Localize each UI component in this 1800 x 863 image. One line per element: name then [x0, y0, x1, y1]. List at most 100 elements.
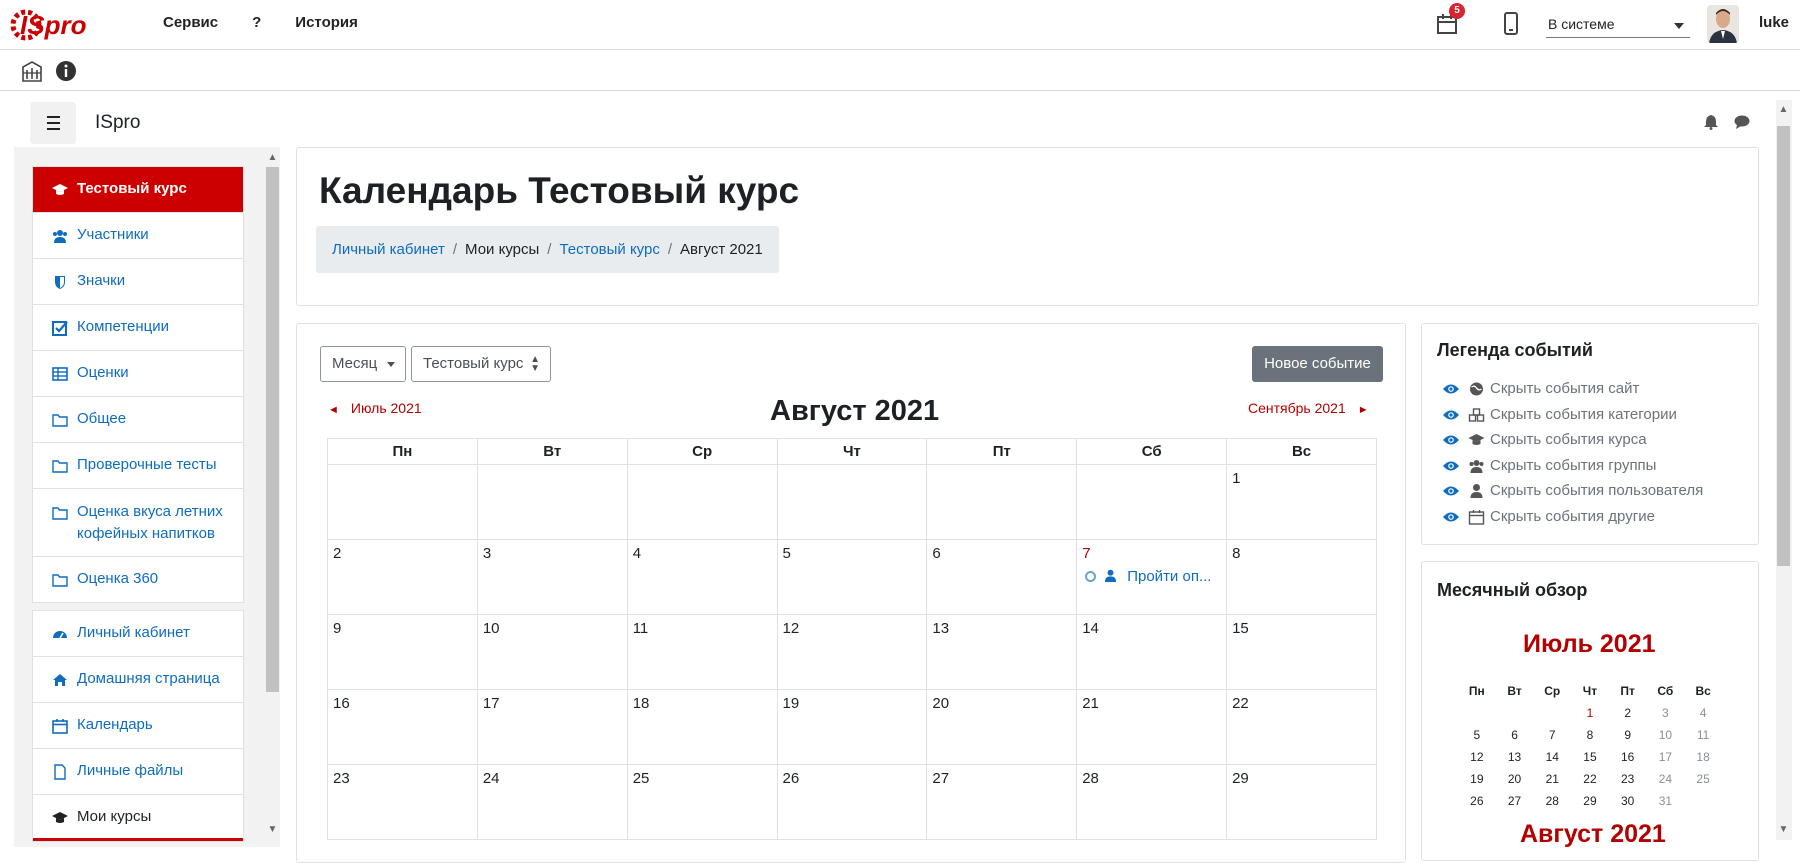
scroll-up-arrow[interactable]: ▲ — [1777, 104, 1790, 116]
mini-day-cell[interactable]: 23 — [1609, 768, 1647, 790]
mini-day-cell[interactable]: 14 — [1533, 746, 1571, 768]
sidebar-item-competencies[interactable]: Компетенции — [33, 305, 243, 351]
calendar-day-cell[interactable] — [476, 464, 628, 540]
prev-month-link[interactable]: ◄ Июль 2021 — [328, 400, 422, 416]
calendar-day-cell[interactable]: 24 — [476, 764, 628, 840]
menu-help[interactable]: ? — [252, 14, 261, 31]
mini-month-title[interactable]: Июль 2021 — [1523, 630, 1656, 659]
building-icon[interactable] — [20, 59, 44, 83]
calendar-day-cell[interactable]: 5 — [776, 539, 928, 615]
sidebar-item-calendar[interactable]: Календарь — [33, 703, 243, 749]
mini-day-cell[interactable]: 22 — [1571, 768, 1609, 790]
sidebar-scrollbar-thumb[interactable] — [266, 167, 279, 692]
menu-toggle-button[interactable] — [30, 102, 76, 144]
mini-month-title-next[interactable]: Август 2021 — [1520, 820, 1666, 849]
mini-day-cell[interactable]: 7 — [1533, 724, 1571, 746]
breadcrumb-course[interactable]: Тестовый курс — [559, 241, 659, 258]
mini-day-cell[interactable]: 28 — [1533, 790, 1571, 812]
mini-day-cell[interactable]: 11 — [1684, 724, 1722, 746]
mini-day-cell[interactable]: 20 — [1496, 768, 1534, 790]
calendar-day-cell[interactable] — [1076, 464, 1228, 540]
calendar-day-cell[interactable]: 19 — [776, 689, 928, 765]
calendar-day-cell[interactable]: 1 — [1226, 464, 1377, 540]
calendar-day-cell[interactable]: 14 — [1076, 614, 1228, 690]
mini-day-cell[interactable]: 27 — [1496, 790, 1534, 812]
calendar-day-cell[interactable]: 20 — [926, 689, 1078, 765]
sidebar-item-360[interactable]: Оценка 360 — [33, 557, 243, 603]
new-event-button[interactable]: Новое событие — [1252, 346, 1383, 382]
sidebar-item-participants[interactable]: Участники — [33, 213, 243, 259]
mini-day-cell[interactable]: 21 — [1533, 768, 1571, 790]
calendar-day-cell[interactable]: 27 — [926, 764, 1078, 840]
mini-day-cell[interactable]: 30 — [1609, 790, 1647, 812]
scroll-down-arrow[interactable]: ▼ — [1777, 824, 1790, 836]
mini-day-cell[interactable]: 5 — [1458, 724, 1496, 746]
calendar-day-cell[interactable]: 3 — [476, 539, 628, 615]
mini-day-cell[interactable]: 17 — [1647, 746, 1685, 768]
calendar-day-cell[interactable]: 4 — [626, 539, 778, 615]
scroll-down-arrow[interactable]: ▼ — [266, 824, 279, 836]
calendar-day-cell[interactable]: 8 — [1226, 539, 1377, 615]
mini-day-cell[interactable]: 6 — [1496, 724, 1534, 746]
sidebar-item-general[interactable]: Общее — [33, 397, 243, 443]
status-select[interactable]: В системе — [1546, 12, 1690, 38]
calendar-day-cell[interactable]: 22 — [1226, 689, 1377, 765]
calendar-day-cell[interactable]: 16 — [327, 689, 478, 765]
calendar-day-cell[interactable]: 15 — [1226, 614, 1377, 690]
mini-day-cell[interactable]: 18 — [1684, 746, 1722, 768]
mini-day-cell[interactable]: 10 — [1647, 724, 1685, 746]
avatar[interactable] — [1707, 5, 1739, 43]
menu-service[interactable]: Сервис — [163, 14, 218, 31]
calendar-day-cell[interactable]: 25 — [626, 764, 778, 840]
calendar-day-cell[interactable]: 23 — [327, 764, 478, 840]
calendar-day-cell[interactable]: 9 — [327, 614, 478, 690]
mini-day-cell[interactable]: 26 — [1458, 790, 1496, 812]
main-scrollbar-thumb[interactable] — [1777, 126, 1790, 566]
mini-day-cell[interactable]: 4 — [1684, 702, 1722, 724]
calendar-day-cell[interactable]: 29 — [1226, 764, 1377, 840]
mini-day-cell[interactable]: 24 — [1647, 768, 1685, 790]
bell-icon[interactable] — [1703, 114, 1719, 130]
mobile-icon[interactable] — [1503, 12, 1519, 36]
calendar-day-cell[interactable]: 12 — [776, 614, 928, 690]
mini-day-cell[interactable]: 25 — [1684, 768, 1722, 790]
info-icon[interactable] — [54, 59, 78, 83]
calendar-day-cell[interactable] — [926, 464, 1078, 540]
calendar-day-cell[interactable] — [776, 464, 928, 540]
mini-day-cell[interactable]: 19 — [1458, 768, 1496, 790]
sidebar-item-badges[interactable]: Значки — [33, 259, 243, 305]
chat-icon[interactable] — [1734, 114, 1750, 130]
username[interactable]: luke — [1759, 14, 1789, 31]
calendar-event[interactable]: Пройти оп... — [1085, 568, 1211, 585]
mini-day-cell[interactable]: 16 — [1609, 746, 1647, 768]
ispro-logo[interactable]: ISpro — [10, 2, 94, 48]
mini-day-cell[interactable]: 3 — [1647, 702, 1685, 724]
sidebar-item-home[interactable]: Домашняя страница — [33, 657, 243, 703]
sidebar-item-files[interactable]: Личные файлы — [33, 749, 243, 795]
sidebar-item-grades[interactable]: Оценки — [33, 351, 243, 397]
calendar-day-cell[interactable]: 17 — [476, 689, 628, 765]
calendar-day-cell[interactable]: 28 — [1076, 764, 1228, 840]
sidebar-item-coffee[interactable]: Оценка вкуса летних кофейных напитков — [33, 489, 243, 557]
sidebar-item-dashboard[interactable]: Личный кабинет — [33, 611, 243, 657]
breadcrumb-dashboard[interactable]: Личный кабинет — [332, 241, 445, 258]
mini-day-cell[interactable]: 1 — [1571, 702, 1609, 724]
calendar-day-cell[interactable]: 26 — [776, 764, 928, 840]
mini-day-cell[interactable]: 2 — [1609, 702, 1647, 724]
calendar-day-cell[interactable]: 2 — [327, 539, 478, 615]
next-month-link[interactable]: Сентябрь 2021 ► — [1248, 400, 1369, 416]
calendar-day-cell[interactable]: 11 — [626, 614, 778, 690]
calendar-day-cell[interactable]: 18 — [626, 689, 778, 765]
calendar-day-cell[interactable] — [327, 464, 478, 540]
menu-history[interactable]: История — [295, 14, 358, 31]
view-select[interactable]: Месяц — [320, 346, 406, 382]
calendar-day-cell[interactable]: 6 — [926, 539, 1078, 615]
sidebar-item-course[interactable]: Тестовый курс — [33, 167, 243, 213]
sidebar-item-my-courses[interactable]: Мои курсы — [33, 795, 243, 841]
sidebar-item-tests[interactable]: Проверочные тесты — [33, 443, 243, 489]
mini-day-cell[interactable]: 9 — [1609, 724, 1647, 746]
mini-day-cell[interactable]: 15 — [1571, 746, 1609, 768]
mini-day-cell[interactable]: 8 — [1571, 724, 1609, 746]
mini-day-cell[interactable]: 13 — [1496, 746, 1534, 768]
scroll-up-arrow[interactable]: ▲ — [266, 152, 279, 164]
